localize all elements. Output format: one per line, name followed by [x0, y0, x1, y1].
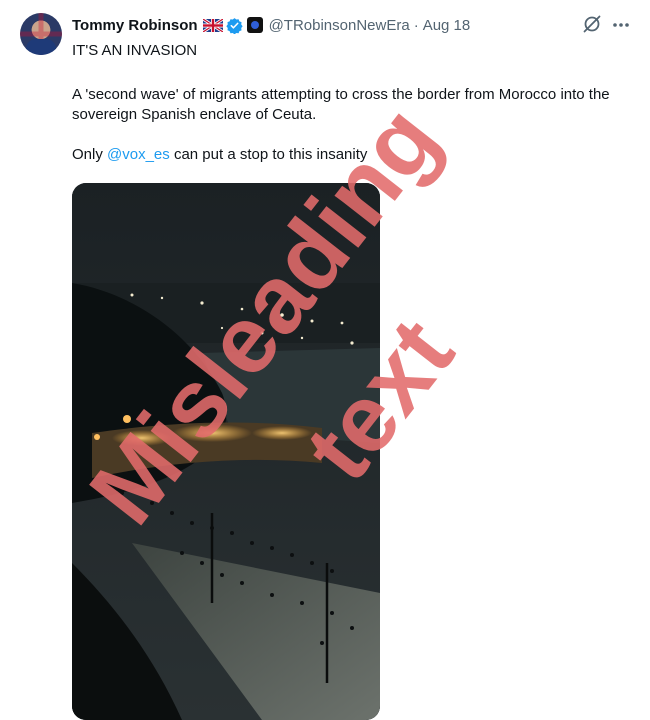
mention-link[interactable]: @vox_es	[107, 146, 170, 163]
tweet-text-line3: Only @vox_es can put a stop to this insa…	[72, 145, 632, 165]
night-crowd-scene	[72, 183, 380, 720]
tweet-text-line2: A 'second wave' of migrants attempting t…	[72, 86, 610, 123]
affiliation-badge-icon[interactable]	[246, 17, 263, 33]
uk-flag-icon	[202, 18, 223, 32]
grok-icon[interactable]	[582, 14, 602, 34]
author-name[interactable]: Tommy Robinson	[72, 17, 198, 34]
tweet-text: IT'S AN INVASION A 'second wave' of migr…	[72, 41, 632, 165]
tweet-text-suffix: can put a stop to this insanity	[169, 146, 368, 163]
tweet-text-line1: IT'S AN INVASION	[72, 42, 198, 59]
tweet-date[interactable]: Aug 18	[423, 17, 471, 34]
more-icon[interactable]	[611, 16, 631, 34]
author-handle[interactable]: @TRobinsonNewEra	[269, 17, 410, 34]
verified-badge-icon	[225, 17, 243, 34]
tweet[interactable]: Tommy Robinson @TRobinsonNewEra · Aug 18…	[0, 0, 650, 720]
separator: ·	[413, 16, 419, 34]
tweet-text-prefix: Only	[72, 146, 108, 163]
video-thumbnail[interactable]	[72, 183, 380, 720]
avatar-figure	[26, 39, 56, 55]
tweet-header: Tommy Robinson @TRobinsonNewEra · Aug 18	[72, 14, 470, 36]
avatar[interactable]	[20, 13, 62, 55]
